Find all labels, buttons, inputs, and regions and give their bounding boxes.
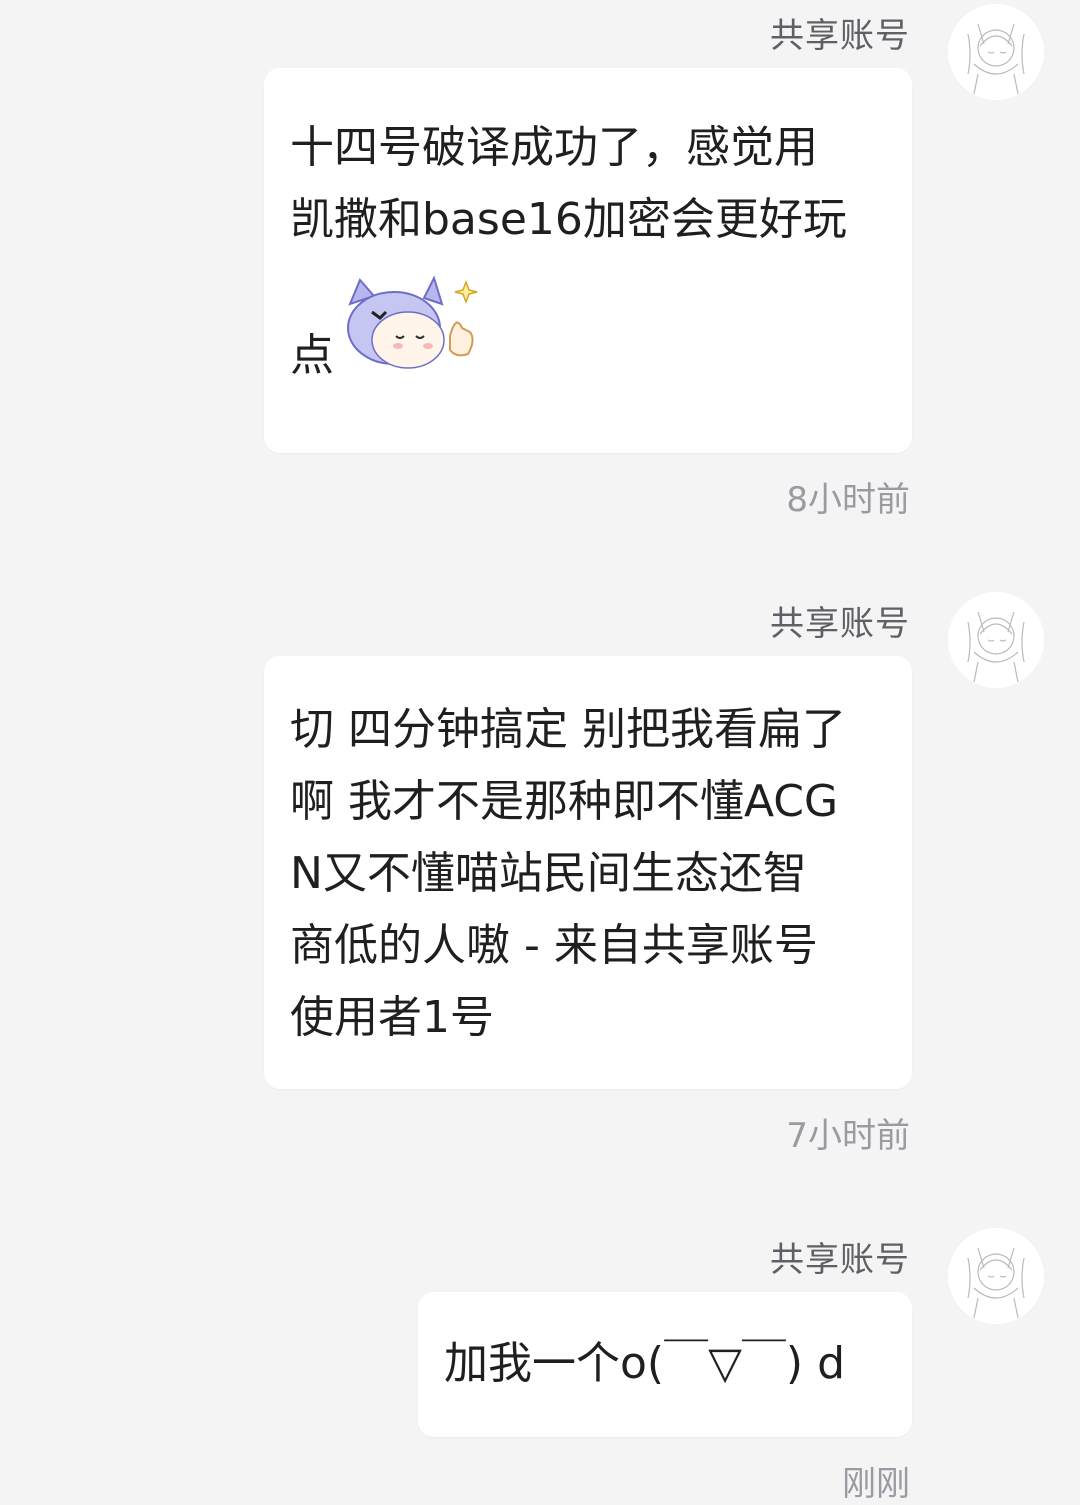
message-text-line: 使用者1号 bbox=[290, 992, 494, 1043]
message-timestamp: 7小时前 bbox=[786, 1116, 910, 1156]
sender-name[interactable]: 共享账号 bbox=[770, 1232, 910, 1281]
message-text-line: N又不懂喵站民间生态还智 bbox=[290, 848, 807, 899]
avatar[interactable] bbox=[948, 1228, 1044, 1324]
avatar[interactable] bbox=[948, 592, 1044, 688]
cat-girl-thumbs-up-sticker bbox=[347, 275, 478, 369]
sender-name[interactable]: 共享账号 bbox=[770, 8, 910, 57]
message-bubble[interactable]: 切 四分钟搞定 别把我看扁了 啊 我才不是那种即不懂ACG N又不懂喵站民间生态… bbox=[264, 656, 912, 1089]
message-timestamp: 8小时前 bbox=[786, 480, 910, 520]
sticker-line: 点 bbox=[290, 262, 886, 392]
message-text-line: 十四号破译成功了，感觉用 bbox=[290, 122, 818, 173]
message-text-line: 商低的人嗷 - 来自共享账号 bbox=[290, 920, 818, 971]
message-text-line: 啊 我才不是那种即不懂ACG bbox=[290, 776, 839, 827]
message-timestamp: 刚刚 bbox=[842, 1464, 910, 1504]
sender-name[interactable]: 共享账号 bbox=[770, 596, 910, 645]
message-text-line: 点 bbox=[290, 330, 334, 381]
message-bubble[interactable]: 加我一个o(￣▽￣) d bbox=[418, 1292, 912, 1437]
message-text-line: 凯撒和base16加密会更好玩 bbox=[290, 194, 847, 245]
message-text-line: 切 四分钟搞定 别把我看扁了 bbox=[290, 704, 846, 755]
avatar[interactable] bbox=[948, 4, 1044, 100]
message-bubble[interactable]: 十四号破译成功了，感觉用 凯撒和base16加密会更好玩 点 bbox=[264, 68, 912, 453]
message-text-line: 加我一个o(￣▽￣) d bbox=[444, 1338, 846, 1389]
